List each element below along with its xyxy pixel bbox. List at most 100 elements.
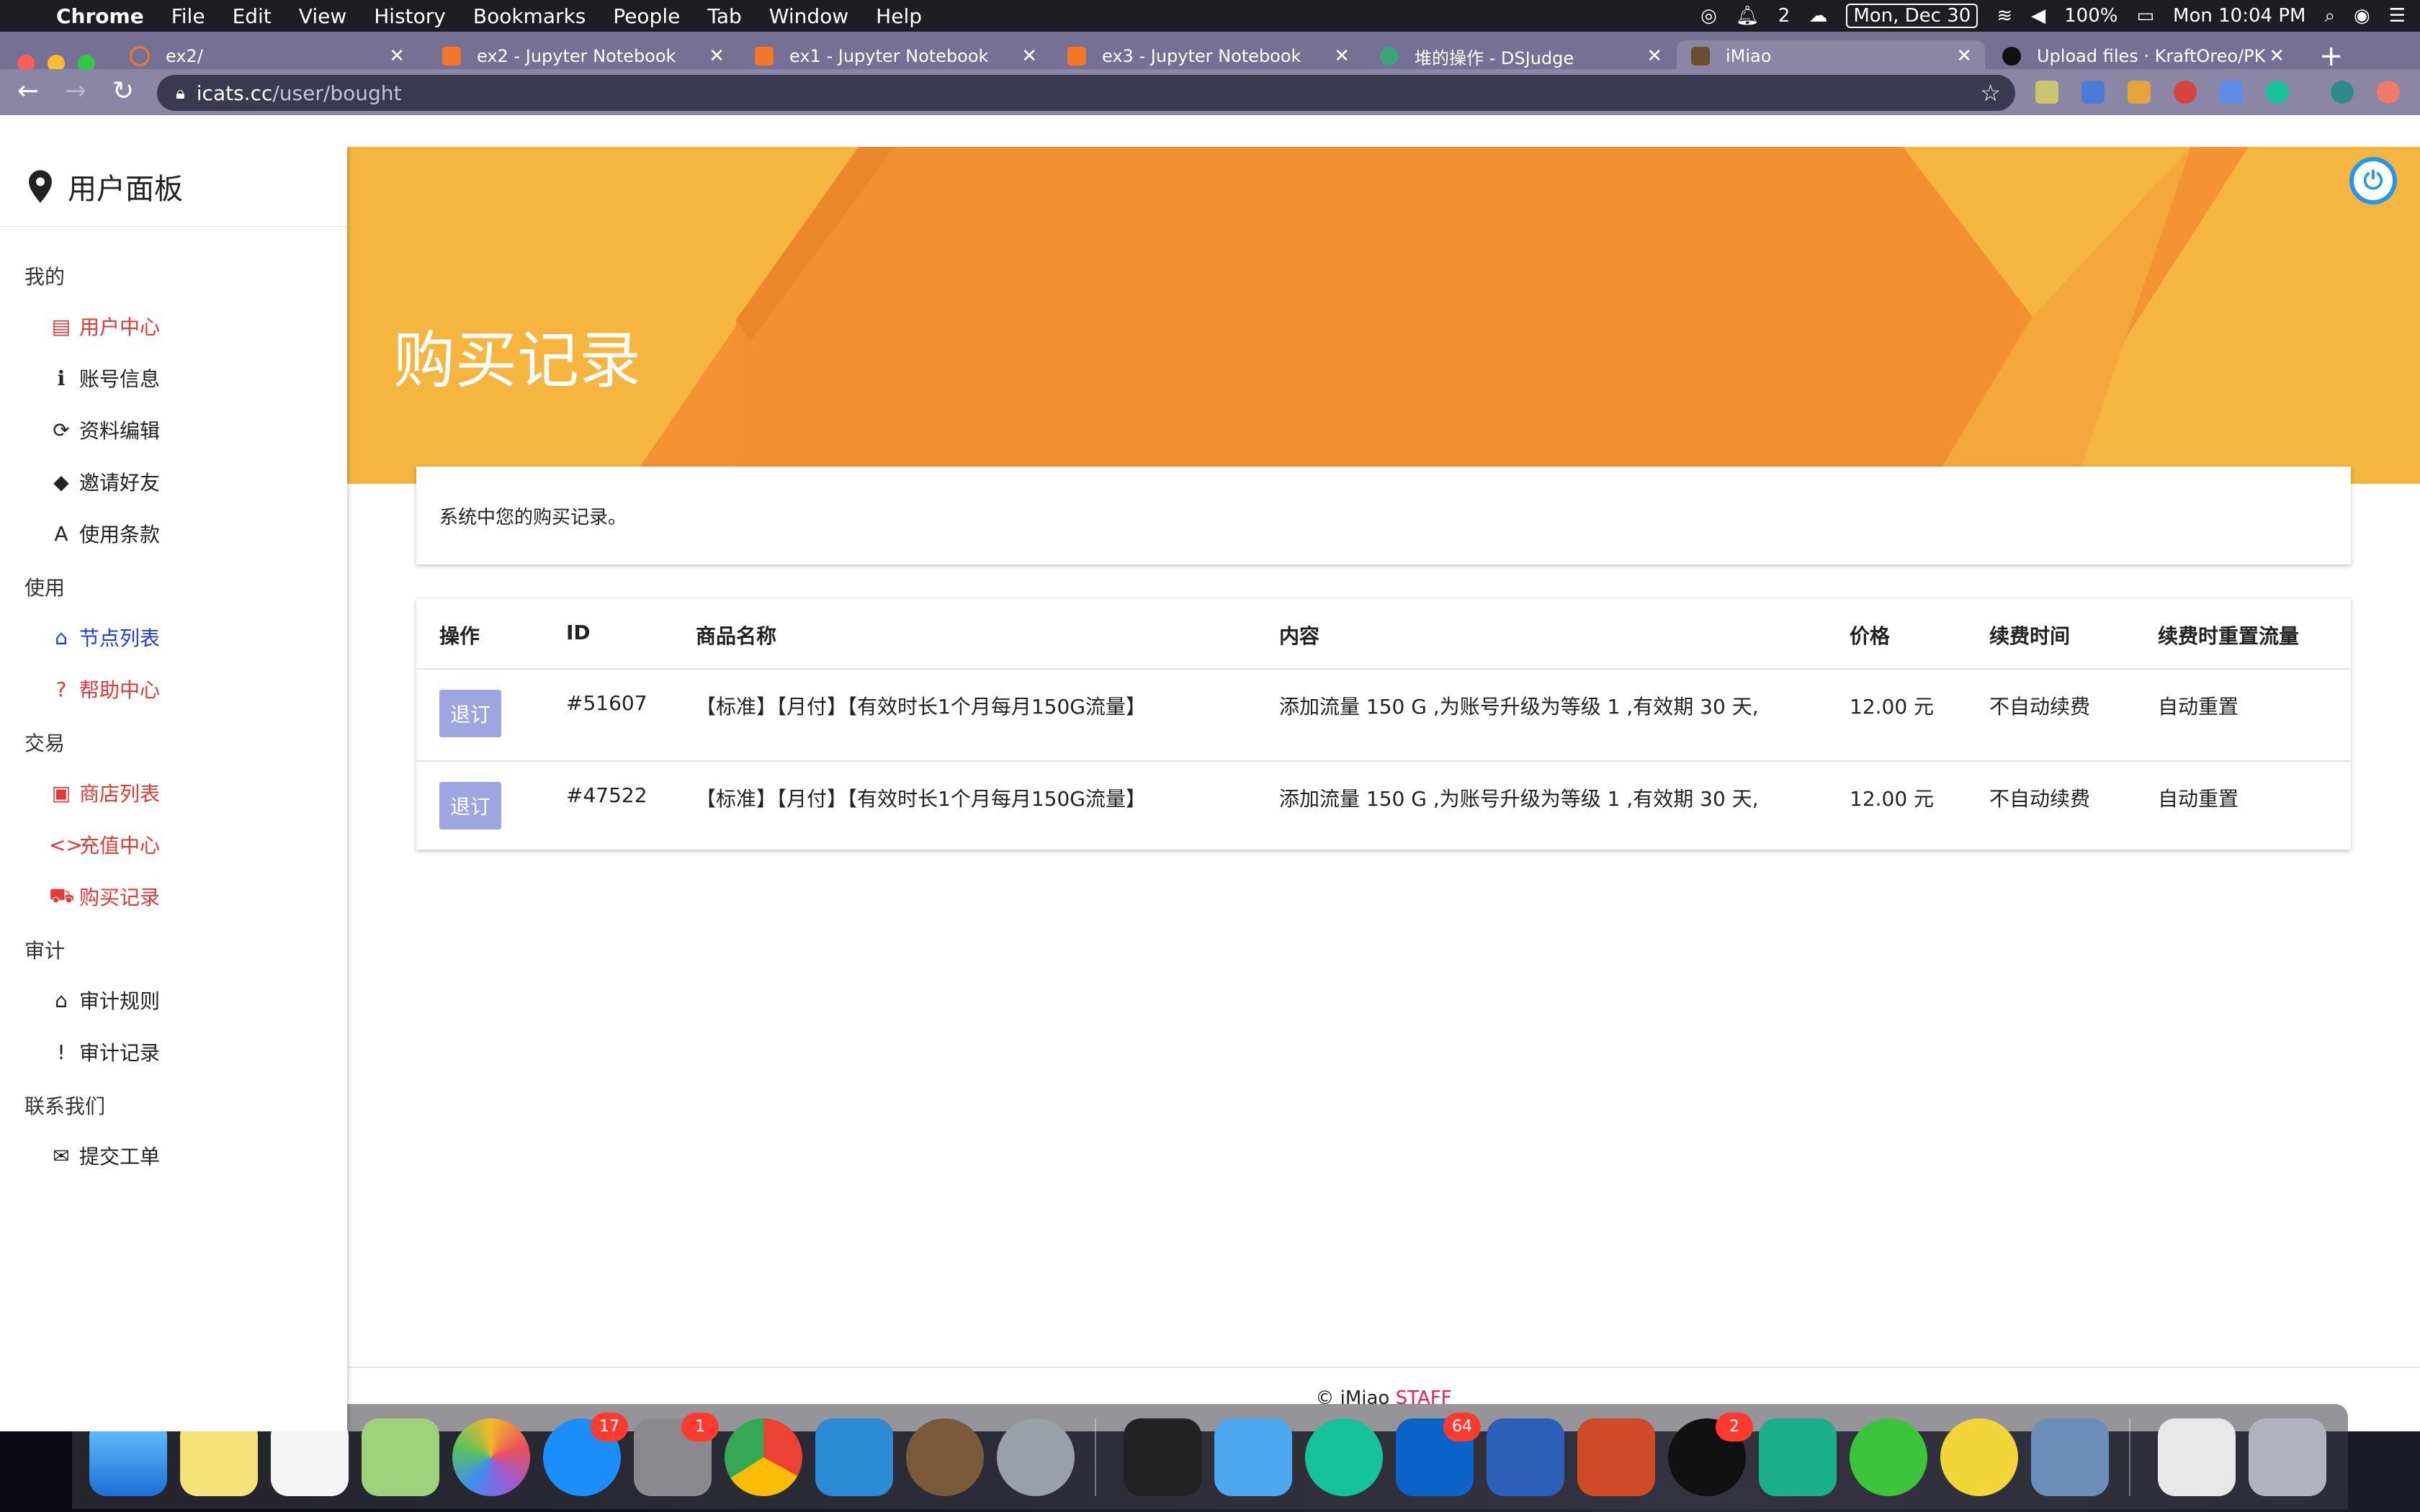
tab-ex1-notebook[interactable]: ex1 - Jupyter Notebook ✕	[755, 40, 1050, 72]
close-tab-icon[interactable]: ✕	[1956, 45, 1972, 67]
battery-percent[interactable]: 100%	[2064, 5, 2118, 27]
help-icon: ?	[55, 677, 67, 701]
wifi-icon[interactable]: ≋	[1996, 5, 2012, 27]
menu-tab[interactable]: Tab	[707, 4, 741, 28]
new-tab-button[interactable]: +	[2319, 40, 2344, 72]
qq-music-icon[interactable]	[1940, 1418, 2018, 1496]
sidebar-item-account-info[interactable]: ℹ 账号信息	[0, 352, 347, 404]
extension-translate-icon[interactable]	[2081, 81, 2105, 104]
extension-notes-icon[interactable]	[2035, 81, 2058, 104]
system-preferences-badge: 1	[681, 1413, 719, 1441]
mac-menu-bar: Chrome File Edit View History Bookmarks …	[0, 0, 2420, 32]
system-preferences-icon[interactable]: 1	[634, 1413, 719, 1496]
outlook-icon[interactable]: 64	[1396, 1413, 1481, 1496]
downloads-stack-icon[interactable]	[2158, 1418, 2236, 1496]
jupyter-notebook-icon	[755, 47, 774, 66]
volume-icon[interactable]: ◀	[2031, 5, 2045, 27]
app-store-icon[interactable]: 17	[543, 1413, 628, 1496]
unsubscribe-button[interactable]: 退订	[439, 782, 501, 829]
logout-power-icon[interactable]: ⏻	[2349, 157, 2397, 204]
chrome-icon[interactable]	[725, 1418, 802, 1496]
menu-date[interactable]: Mon, Dec 30	[1846, 4, 1978, 28]
close-tab-icon[interactable]: ✕	[1334, 45, 1350, 67]
sidebar-item-recharge[interactable]: <> 充值中心	[0, 819, 347, 870]
wechat-icon[interactable]	[1850, 1418, 1927, 1496]
forward-arrow-icon[interactable]: →	[65, 76, 86, 106]
profile-avatar-icon[interactable]	[2331, 81, 2354, 104]
powerpoint-icon[interactable]	[1577, 1418, 1655, 1496]
close-tab-icon[interactable]: ✕	[1646, 45, 1662, 67]
tab-imiao[interactable]: iMiao ✕	[1677, 40, 1985, 72]
extension-grid-icon[interactable]	[2128, 81, 2151, 104]
tab-title: ex3 - Jupyter Notebook	[1102, 46, 1301, 66]
sidebar-item-audit-rules[interactable]: ⌂ 审计规则	[0, 974, 347, 1026]
close-tab-icon[interactable]: ✕	[389, 45, 405, 67]
sidebar-item-audit-log[interactable]: ! 审计记录	[0, 1026, 347, 1078]
extension-adblock-icon[interactable]	[2174, 81, 2197, 104]
sidebar-item-terms[interactable]: A 使用条款	[0, 508, 347, 559]
sidebar-item-submit-ticket[interactable]: ✉ 提交工单	[0, 1130, 347, 1182]
tab-github-upload[interactable]: Upload files · KraftOreo/PK ✕	[2002, 40, 2298, 72]
vscode-icon[interactable]	[815, 1418, 893, 1496]
maps-icon[interactable]	[362, 1418, 439, 1496]
router-icon: ⌂	[55, 625, 68, 649]
close-tab-icon[interactable]: ✕	[1021, 45, 1037, 67]
address-bar[interactable]: 🔒︎ icats.cc /user/bought ☆	[157, 75, 2015, 111]
spotlight-search-icon[interactable]: ⌕	[2324, 5, 2335, 27]
menu-view[interactable]: View	[299, 4, 346, 28]
terminal-icon[interactable]	[1124, 1418, 1201, 1496]
menu-clock[interactable]: Mon 10:04 PM	[2173, 5, 2305, 27]
extension-orange-icon[interactable]	[2377, 81, 2400, 104]
tab-ex3-notebook[interactable]: ex3 - Jupyter Notebook ✕	[1067, 40, 1363, 72]
menu-history[interactable]: History	[374, 4, 446, 28]
preview-icon[interactable]	[1214, 1418, 1292, 1496]
unsubscribe-button[interactable]: 退订	[439, 690, 501, 737]
close-tab-icon[interactable]: ✕	[2269, 45, 2285, 67]
sidebar-item-purchase-history[interactable]: ⛟ 购买记录	[0, 870, 347, 922]
tab-dsjudge[interactable]: 堆的操作 - DSJudge ✕	[1380, 40, 1675, 72]
trash-icon[interactable]	[2249, 1418, 2326, 1496]
control-center-icon[interactable]: ☰	[2389, 5, 2406, 27]
photos-icon[interactable]	[452, 1418, 530, 1496]
sidebar-item-invite[interactable]: ◆ 邀请好友	[0, 456, 347, 508]
cell-id: #51607	[566, 691, 647, 715]
sidebar-item-profile-edit[interactable]: ⟳ 资料编辑	[0, 404, 347, 456]
tab-ex2-notebook[interactable]: ex2 - Jupyter Notebook ✕	[442, 40, 738, 72]
menu-app-name[interactable]: Chrome	[56, 4, 144, 28]
migration-icon[interactable]	[906, 1418, 984, 1496]
notification-bell-icon[interactable]: 🔔︎	[1736, 5, 1760, 27]
wechat-status-icon[interactable]: ◎	[1700, 5, 1717, 27]
qq-icon[interactable]: 2	[1668, 1413, 1753, 1496]
extension-blue-icon[interactable]	[2220, 81, 2243, 104]
menu-window[interactable]: Window	[769, 4, 848, 28]
menu-status-area: ◎ 🔔︎ 2 ☁ Mon, Dec 30 ≋ ◀ 100% ▭ Mon 10:0…	[1682, 0, 2406, 32]
cloud-icon[interactable]: ☁	[1809, 5, 1827, 27]
sidebar-item-help-center[interactable]: ? 帮助中心	[0, 663, 347, 715]
battery-icon[interactable]: ▭	[2136, 5, 2154, 27]
word-icon[interactable]	[1487, 1418, 1564, 1496]
location-pin-icon	[29, 170, 52, 203]
sidebar-item-shop[interactable]: ▣ 商店列表	[0, 767, 347, 819]
menu-people[interactable]: People	[613, 4, 680, 28]
menu-file[interactable]: File	[171, 4, 205, 28]
grammarly-icon[interactable]	[1305, 1418, 1383, 1496]
sidebar-item-node-list[interactable]: ⌂ 节点列表	[0, 611, 347, 663]
reload-icon[interactable]: ↻	[112, 76, 134, 106]
dock-separator	[2129, 1418, 2130, 1496]
launchpad-icon[interactable]	[997, 1418, 1075, 1496]
sidebar-item-user-center[interactable]: ▤ 用户中心	[0, 300, 347, 352]
menu-edit[interactable]: Edit	[233, 4, 272, 28]
menu-help[interactable]: Help	[876, 4, 922, 28]
table-header: 操作 ID 商品名称 内容 价格 续费时间 续费时重置流量	[416, 599, 2351, 670]
tab-ex2[interactable]: ex2/ ✕	[130, 40, 418, 72]
info-icon: ℹ	[57, 366, 66, 390]
image-capture-icon[interactable]	[2031, 1418, 2109, 1496]
bookmark-star-icon[interactable]: ☆	[1980, 79, 2001, 107]
back-arrow-icon[interactable]: ←	[17, 76, 39, 106]
siri-icon[interactable]: ◉	[2354, 5, 2370, 27]
menu-bookmarks[interactable]: Bookmarks	[473, 4, 586, 28]
jupyter-icon	[130, 46, 150, 66]
clion-icon[interactable]	[1759, 1418, 1837, 1496]
grammarly-extension-icon[interactable]	[2266, 81, 2289, 104]
close-tab-icon[interactable]: ✕	[709, 45, 725, 67]
